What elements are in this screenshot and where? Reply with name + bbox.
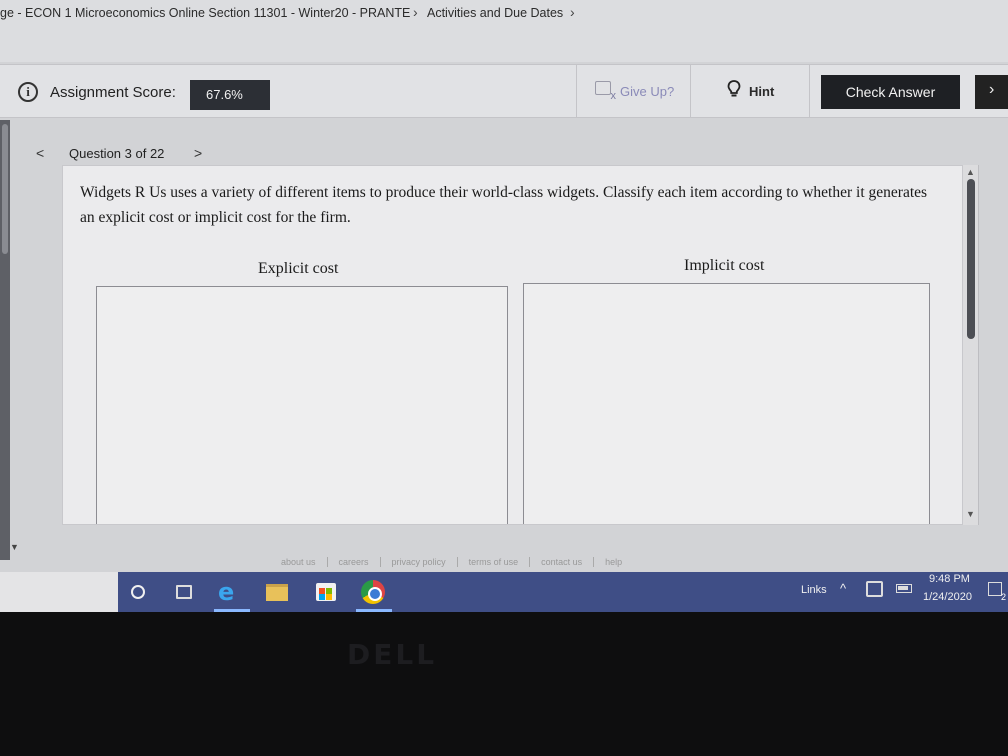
left-scroll-rail[interactable] — [0, 120, 10, 560]
chevron-right-icon: › — [989, 81, 995, 98]
assignment-toolbar: i Assignment Score: 67.6% x Give Up? Hin… — [0, 64, 1008, 118]
next-question-chevron[interactable]: > — [194, 145, 202, 161]
file-explorer-icon[interactable] — [266, 584, 288, 601]
footer-link-about[interactable]: about us — [270, 557, 328, 567]
info-icon[interactable]: i — [18, 82, 38, 102]
notification-count: 2 — [1000, 592, 1006, 602]
check-answer-button[interactable]: Check Answer — [821, 75, 960, 109]
windows-taskbar: e Links ^ 9:48 PM 1/24/2020 2 — [0, 572, 1008, 612]
question-panel: Widgets R Us uses a variety of different… — [62, 165, 963, 525]
give-up-button[interactable]: x Give Up? — [576, 65, 688, 117]
question-counter: Question 3 of 22 — [69, 146, 165, 161]
implicit-cost-dropzone[interactable] — [523, 283, 930, 524]
scroll-down-icon[interactable]: ▼ — [966, 509, 975, 519]
assignment-score-label: Assignment Score: — [50, 84, 176, 101]
page-scroll-down-icon[interactable]: ▼ — [10, 542, 19, 552]
give-up-icon: x — [595, 81, 616, 102]
left-scroll-thumb[interactable] — [2, 124, 8, 254]
breadcrumb-separator-icon: › — [570, 4, 575, 20]
clock-time[interactable]: 9:48 PM — [929, 573, 970, 585]
dell-logo: DELL — [347, 638, 438, 671]
tray-app-icon[interactable] — [866, 581, 883, 597]
scroll-thumb[interactable] — [967, 179, 975, 339]
previous-question-button[interactable]: < — [36, 145, 44, 161]
implicit-cost-heading: Implicit cost — [684, 257, 765, 274]
question-scrollbar[interactable]: ▲ ▼ — [963, 165, 979, 525]
give-up-label: Give Up? — [620, 84, 675, 99]
chrome-icon[interactable] — [361, 580, 385, 604]
footer-link-terms[interactable]: terms of use — [458, 557, 531, 567]
taskbar-search-box[interactable] — [0, 572, 118, 612]
explicit-cost-heading: Explicit cost — [258, 260, 339, 277]
laptop-bezel: DELL — [0, 612, 1008, 756]
chevron-up-icon[interactable]: ^ — [840, 581, 846, 596]
footer-link-help[interactable]: help — [594, 557, 633, 567]
next-question-button[interactable]: › — [975, 75, 1008, 109]
footer-link-contact[interactable]: contact us — [530, 557, 595, 567]
footer-link-privacy[interactable]: privacy policy — [381, 557, 458, 567]
battery-icon[interactable] — [896, 584, 912, 593]
edge-icon[interactable]: e — [218, 578, 234, 606]
links-toolbar[interactable]: Links — [801, 584, 827, 596]
notification-icon[interactable]: 2 — [988, 582, 1006, 602]
hint-button[interactable]: Hint — [690, 65, 810, 117]
footer-links: about us careers privacy policy terms of us… — [270, 557, 633, 571]
screen: ge - ECON 1 Microeconomics Online Sectio… — [0, 0, 1008, 612]
hint-icon — [727, 80, 741, 97]
store-icon[interactable] — [316, 583, 336, 601]
question-text: Widgets R Us uses a variety of different… — [80, 184, 928, 226]
assignment-score-value: 67.6% — [190, 80, 270, 110]
breadcrumb-separator-icon: › — [413, 4, 418, 20]
footer-link-careers[interactable]: careers — [328, 557, 381, 567]
explicit-cost-dropzone[interactable] — [96, 286, 508, 524]
scroll-up-icon[interactable]: ▲ — [966, 167, 975, 177]
clock-date[interactable]: 1/24/2020 — [923, 591, 972, 603]
breadcrumb: ge - ECON 1 Microeconomics Online Sectio… — [0, 0, 1008, 62]
breadcrumb-activities-link[interactable]: Activities and Due Dates — [427, 6, 563, 20]
hint-label: Hint — [749, 84, 775, 99]
breadcrumb-course-link[interactable]: ge - ECON 1 Microeconomics Online Sectio… — [0, 6, 410, 20]
task-view-icon[interactable] — [176, 585, 192, 599]
start-icon[interactable] — [131, 585, 145, 599]
